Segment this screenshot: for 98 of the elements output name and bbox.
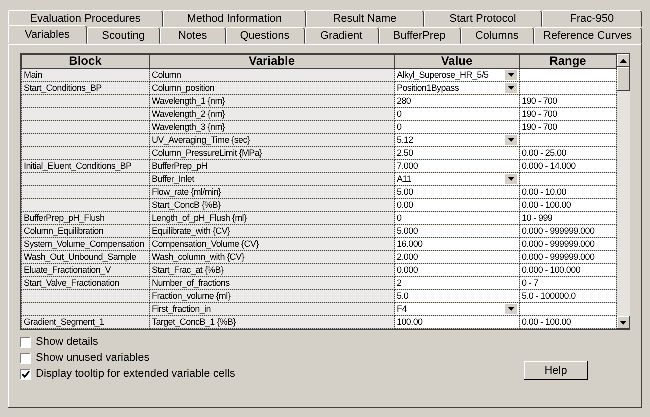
table-cell: 0.000 - 999999.000 (520, 250, 616, 264)
table-cell: System_Volume_Compensation (22, 238, 150, 250)
input-field[interactable]: 16.000 (394, 238, 520, 250)
input-field[interactable]: 0.00 (394, 198, 520, 212)
input-field[interactable]: 0.000 (394, 264, 520, 276)
table-cell: 0.00 - 100.00 (520, 198, 616, 212)
dropdown-cell[interactable]: Alkyl_Superose_HR_5/5 (394, 68, 520, 82)
tab[interactable]: Reference Curves (534, 27, 642, 44)
table-cell: Buffer_Inlet (150, 172, 394, 186)
table-cell: Column_Equilibration (22, 224, 150, 238)
table-cell: 0.00 - 10.00 (520, 186, 616, 198)
table-cell: BufferPrep_pH_Flush (22, 212, 150, 224)
scroll-up-arrow-icon[interactable] (620, 58, 627, 62)
checkbox-label[interactable]: Show unused variables (36, 352, 150, 364)
dropdown-cell[interactable]: Position1Bypass (394, 82, 520, 94)
input-field[interactable]: 7.000 (394, 160, 520, 172)
tab[interactable]: BufferPrep (378, 27, 461, 44)
column-header[interactable]: Block (22, 54, 150, 68)
table-cell: Wavelength_1 {nm} (150, 94, 394, 108)
scroll-down-arrow-icon[interactable] (620, 320, 627, 324)
input-field[interactable]: 0 (394, 212, 520, 224)
table-cell: 0.00 - 25.00 (520, 146, 616, 160)
tab[interactable]: Method Information (163, 10, 306, 27)
table-cell: Eluate_Fractionation_V (22, 264, 150, 276)
table-cell: Wavelength_3 {nm} (150, 120, 394, 134)
table-cell: 0.00 - 100.00 (520, 316, 616, 328)
table-cell: Column (150, 68, 394, 82)
tab[interactable]: Gradient (304, 27, 379, 44)
dropdown-cell[interactable]: 5.12 (394, 134, 520, 146)
table-cell: Wash_column_with {CV} (150, 250, 394, 264)
table-cell: 190 - 700 (520, 108, 616, 120)
table-cell: BufferPrep_pH (150, 160, 394, 172)
table-cell: Gradient_Segment_1 (22, 316, 150, 328)
scrollbar-thumb[interactable] (617, 67, 630, 91)
input-field[interactable]: 280 (394, 94, 520, 108)
checkbox-label[interactable]: Display tooltip for extended variable cells (36, 368, 236, 380)
table-cell: Column_position (150, 82, 394, 94)
scrollbar[interactable] (617, 54, 630, 329)
dropdown-cell[interactable]: F4 (394, 302, 520, 316)
dropdown-arrow-icon[interactable] (505, 83, 517, 93)
table-cell: Start_ConcB {%B} (150, 198, 394, 212)
table-cell: Compensation_Volume {CV} (150, 238, 394, 250)
checkbox[interactable] (20, 352, 31, 364)
table-cell: 10 - 999 (520, 212, 616, 224)
table-cell: 0.000 - 14.000 (520, 160, 616, 172)
input-field[interactable]: 2.000 (394, 250, 520, 264)
table-cell: Flow_rate {ml/min} (150, 186, 394, 198)
input-field[interactable]: 2.50 (394, 146, 520, 160)
input-field[interactable]: 0 (394, 120, 520, 134)
table-cell: 0.000 - 999999.000 (520, 224, 616, 238)
tab[interactable]: Scouting (87, 27, 160, 44)
table-cell: 0.000 - 100.000 (520, 264, 616, 276)
table-cell: Initial_Eluent_Conditions_BP (22, 160, 150, 172)
tab[interactable]: Questions (226, 27, 305, 44)
table-cell: Main (22, 68, 150, 82)
table-cell: Target_ConcB_1 {%B} (150, 316, 394, 328)
checkbox-label[interactable]: Show details (36, 336, 98, 348)
input-field[interactable]: 100.00 (394, 316, 520, 328)
help-button[interactable]: Help (524, 361, 588, 380)
tab[interactable]: Frac-950 (542, 10, 642, 27)
table-cell: Start_Frac_at {%B} (150, 264, 394, 276)
input-field[interactable]: 5.000 (394, 224, 520, 238)
table-cell: First_fraction_in (150, 302, 394, 316)
table-cell: 190 - 700 (520, 120, 616, 134)
table-cell: Start_Conditions_BP (22, 82, 150, 94)
table-cell: Equilibrate_with {CV} (150, 224, 394, 238)
table-cell: Start_Valve_Fractionation (22, 276, 150, 290)
table-cell: UV_Averaging_Time {sec} (150, 134, 394, 146)
table-cell: Number_of_fractions (150, 276, 394, 290)
input-field[interactable]: 2 (394, 276, 520, 290)
tab[interactable]: Result Name (306, 10, 424, 27)
dropdown-arrow-icon[interactable] (505, 174, 517, 184)
table-cell: 0.000 - 999999.000 (520, 238, 616, 250)
input-field[interactable]: 5.0 (394, 290, 520, 302)
table-cell: Wavelength_2 {nm} (150, 108, 394, 120)
tab[interactable]: Variables (8, 25, 87, 44)
checkbox[interactable] (20, 336, 31, 348)
tab[interactable]: Evaluation Procedures (8, 10, 164, 27)
tab[interactable]: Start Protocol (424, 10, 542, 27)
table-cell: Fraction_volume {ml} (150, 290, 394, 302)
dropdown-arrow-icon[interactable] (505, 304, 517, 314)
table-cell: 5.0 - 100000.0 (520, 290, 616, 302)
tab[interactable]: Notes (160, 27, 226, 44)
checkbox[interactable] (20, 368, 31, 380)
dropdown-arrow-icon[interactable] (505, 70, 517, 80)
tab[interactable]: Columns (460, 27, 534, 44)
dropdown-arrow-icon[interactable] (505, 135, 517, 145)
table-cell: 190 - 700 (520, 94, 616, 108)
dropdown-cell[interactable]: A11 (394, 172, 520, 186)
input-field[interactable]: 5.00 (394, 186, 520, 198)
table-cell: 0 - 7 (520, 276, 616, 290)
table-cell: Length_of_pH_Flush {ml} (150, 212, 394, 224)
input-field[interactable]: 0 (394, 108, 520, 120)
column-header[interactable]: Variable (150, 54, 394, 68)
column-header[interactable]: Range (520, 54, 616, 68)
column-header[interactable]: Value (394, 54, 520, 68)
table-cell: Wash_Out_Unbound_Sample (22, 250, 150, 264)
table-cell: Column_PressureLimit {MPa} (150, 146, 394, 160)
